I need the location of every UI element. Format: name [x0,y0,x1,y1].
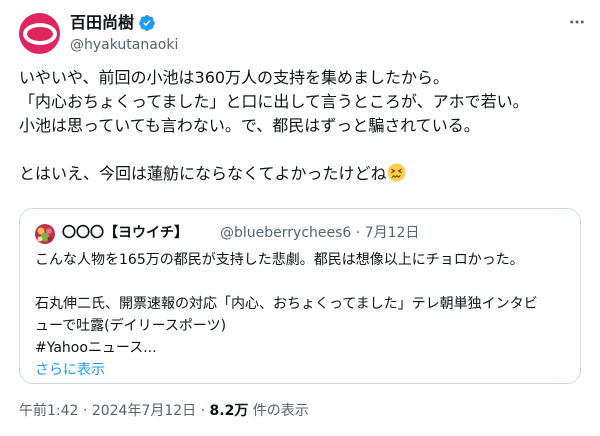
tweet-footer: 午前1:42 · 2024年7月12日 · 8.2万 件の表示 [19,401,309,421]
quote-author-handle[interactable]: @blueberrychees6 [220,225,351,241]
tweet-text: いやいや、前回の小池は360万人の支持を集めましたから。 「内心おちょくってまし… [19,66,584,186]
confounded-face-emoji-icon [387,163,406,182]
tweet-timestamp[interactable]: 午前1:42 · 2024年7月12日 [19,403,196,419]
views-label: 件の表示 [252,403,309,419]
avatar-logo-ring [22,22,57,45]
footer-separator: · [82,403,88,419]
quote-author-meta: @blueberrychees6 · 7月12日 [220,223,419,243]
quoted-tweet-card[interactable]: 〇〇〇【ヨウイチ】 @blueberrychees6 · 7月12日 こんな人物… [19,208,581,384]
quote-date[interactable]: 7月12日 [365,225,420,241]
meta-separator: · [355,225,361,241]
author-display-name[interactable]: 百田尚樹 [70,13,134,33]
tweet-text-line-last: とはいえ、今回は蓮舫にならなくてよかったけどね [19,162,584,186]
tweet: 百田尚樹 @hyakutanaoki いやいや、前回の小池は360万人の支持を集… [0,0,600,436]
verified-badge-icon [138,14,156,32]
tweet-text-line: 小池は思っていても言わない。で、都民はずっと騙されている。 [19,116,480,135]
tweet-text-line: とはいえ、今回は蓮舫にならなくてよかったけどね [19,164,387,183]
more-horizontal-icon[interactable] [566,11,588,33]
quote-text-line: こんな人物を165万の都民が支持した悲劇。都民は想像以上にチョロかった。 [35,252,524,268]
quote-author-avatar[interactable] [35,224,55,244]
quote-text-line: 石丸伸二氏、開票速報の対応「内心、おちょくってました」テレ朝単独インタビ [35,296,538,312]
author-name-row[interactable]: 百田尚樹 [70,13,156,33]
quote-author-display-name[interactable]: 〇〇〇【ヨウイチ】 [62,223,188,243]
tweet-date: 2024年7月12日 [91,403,197,419]
views-count[interactable]: 8.2万 [210,403,249,419]
author-handle[interactable]: @hyakutanaoki [70,36,178,54]
show-more-link[interactable]: さらに表示 [35,359,570,381]
quote-text-line: ューで吐露(デイリースポーツ) [35,318,227,334]
tweet-time: 午前1:42 [19,403,79,419]
author-avatar[interactable] [19,13,60,54]
quote-text-line: #Yahooニュース... [35,340,157,356]
footer-separator: · [200,403,206,419]
tweet-text-line: 「内心おちょくってました」と口に出して言うところが、アホで若い。 [19,92,529,111]
quote-text: こんな人物を165万の都民が支持した悲劇。都民は想像以上にチョロかった。 石丸伸… [35,249,570,381]
quote-text-blank-line [35,271,570,293]
tweet-text-line: いやいや、前回の小池は360万人の支持を集めましたから。 [19,68,450,87]
